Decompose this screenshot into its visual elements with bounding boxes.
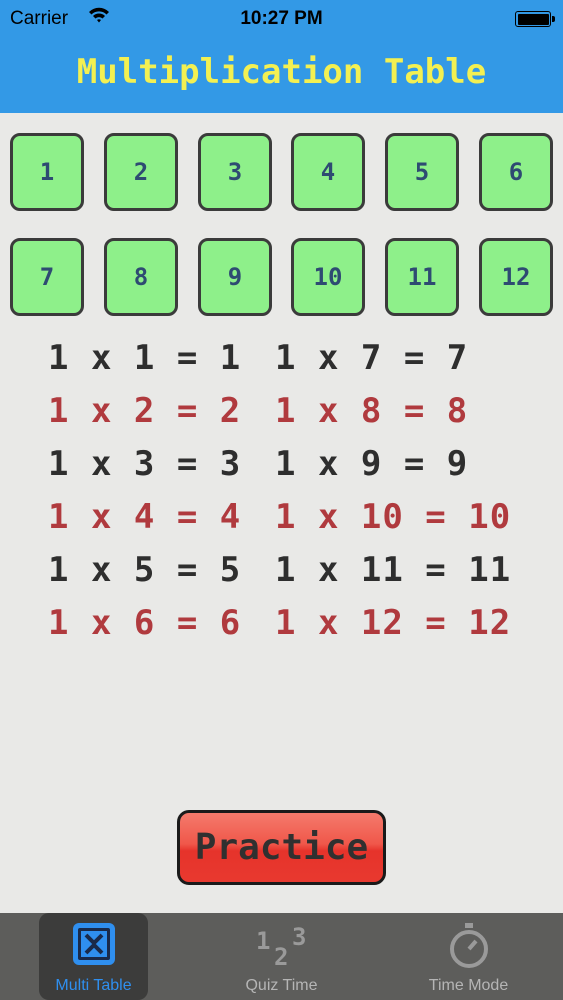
tab-bar: Multi Table 1 2 3 Quiz Time Time Mode	[0, 913, 563, 1000]
equation-right-2: 1 x 8 = 8	[275, 391, 469, 431]
number-button-4[interactable]: 4	[291, 133, 365, 211]
stopwatch-icon	[446, 921, 492, 976]
number-button-6[interactable]: 6	[479, 133, 553, 211]
number-button-1[interactable]: 1	[10, 133, 84, 211]
number-button-5[interactable]: 5	[385, 133, 459, 211]
equation-right-5: 1 x 11 = 11	[275, 550, 512, 590]
practice-button[interactable]: Practice	[177, 810, 386, 885]
equation-right-4: 1 x 10 = 10	[275, 497, 512, 537]
tab-time-mode[interactable]: Time Mode	[414, 913, 523, 1000]
x-box-icon	[71, 921, 117, 972]
equation-left-6: 1 x 6 = 6	[48, 603, 242, 643]
equation-right-1: 1 x 7 = 7	[275, 338, 469, 378]
number-button-2[interactable]: 2	[104, 133, 178, 211]
equation-left-2: 1 x 2 = 2	[48, 391, 242, 431]
number-button-9[interactable]: 9	[198, 238, 272, 316]
equation-left-4: 1 x 4 = 4	[48, 497, 242, 537]
svg-text:3: 3	[292, 923, 306, 951]
tab-label: Quiz Time	[245, 977, 318, 994]
number-button-11[interactable]: 11	[385, 238, 459, 316]
svg-text:2: 2	[274, 943, 288, 971]
equation-right-3: 1 x 9 = 9	[275, 444, 469, 484]
page-title: Multiplication Table	[76, 52, 487, 92]
tab-label: Time Mode	[428, 977, 509, 994]
123-icon: 1 2 3	[252, 921, 312, 976]
number-button-7[interactable]: 7	[10, 238, 84, 316]
number-button-12[interactable]: 12	[479, 238, 553, 316]
clock: 10:27 PM	[240, 8, 323, 29]
tab-multi-table[interactable]: Multi Table	[39, 913, 148, 1000]
equation-left-1: 1 x 1 = 1	[48, 338, 242, 378]
status-bar: Carrier 10:27 PM	[0, 0, 563, 38]
number-button-8[interactable]: 8	[104, 238, 178, 316]
battery-icon	[515, 11, 555, 27]
equation-left-5: 1 x 5 = 5	[48, 550, 242, 590]
tab-quiz-time[interactable]: 1 2 3 Quiz Time	[227, 913, 336, 1000]
number-button-10[interactable]: 10	[291, 238, 365, 316]
number-button-3[interactable]: 3	[198, 133, 272, 211]
svg-text:1: 1	[256, 927, 270, 955]
tab-label: Multi Table	[55, 977, 132, 994]
header-bar: Carrier 10:27 PM Multiplication Table	[0, 0, 563, 113]
equation-right-6: 1 x 12 = 12	[275, 603, 512, 643]
equation-left-3: 1 x 3 = 3	[48, 444, 242, 484]
